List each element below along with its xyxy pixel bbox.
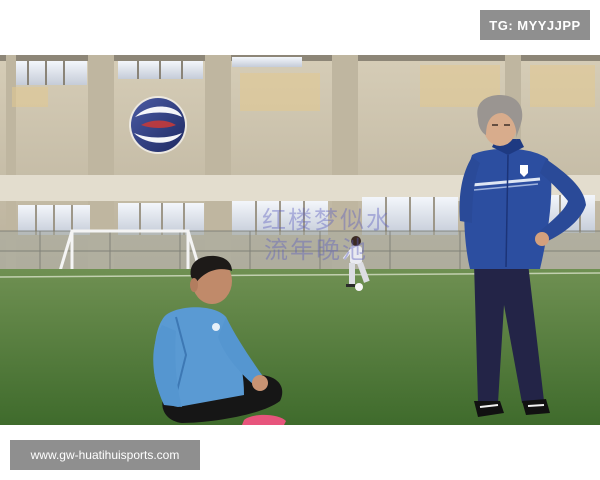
- tag-badge-text: TG: MYYJJPP: [489, 17, 581, 33]
- site-url-badge: www.gw-huatihuisports.com: [10, 440, 200, 470]
- training-photo: 红楼梦似水 流年晚池: [0, 55, 600, 425]
- club-logo-icon: [129, 96, 187, 154]
- site-url-text: www.gw-huatihuisports.com: [30, 448, 180, 462]
- tag-badge: TG: MYYJJPP: [480, 10, 590, 40]
- training-photo-scene: [0, 55, 600, 425]
- football: [355, 283, 363, 291]
